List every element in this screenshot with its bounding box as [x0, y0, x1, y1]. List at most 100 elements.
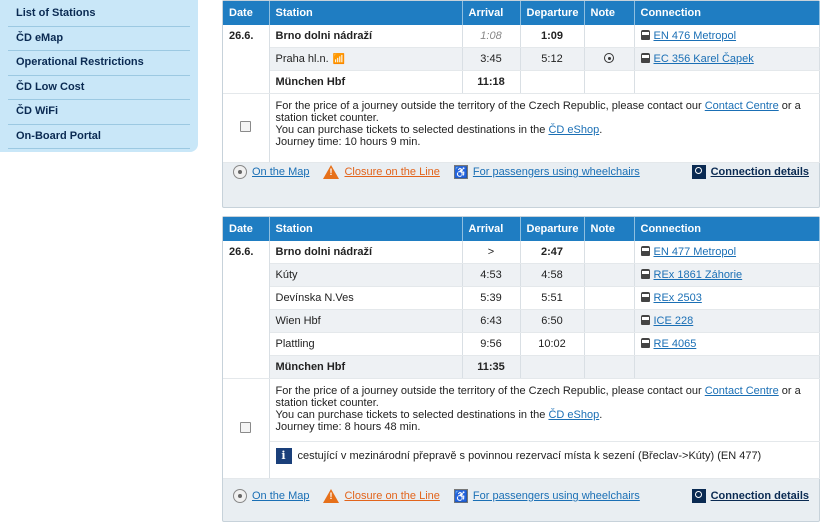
info-row: For the price of a journey outside the t… [223, 378, 820, 479]
departure-cell: 4:58 [520, 263, 585, 287]
sidebar-item-cd-low-cost[interactable]: ČD Low Cost [8, 76, 190, 100]
train-link[interactable]: EN 477 Metropol [654, 246, 737, 258]
departure-cell: 5:51 [520, 286, 585, 310]
departure-cell [520, 355, 585, 379]
select-checkbox[interactable] [240, 121, 252, 132]
wifi-icon: 📶 [332, 54, 346, 65]
connection-footer: On the Map Closure on the Line ♿ For pas… [223, 483, 819, 509]
contact-centre-link[interactable]: Contact Centre [705, 385, 779, 397]
train-icon [640, 269, 650, 279]
station-name: Praha hl.n. [275, 53, 329, 65]
reservation-notice: i cestující v mezinárodní přepravě s pov… [275, 448, 813, 464]
header-connection: Connection [634, 217, 820, 241]
note-cell [584, 286, 635, 310]
table-row: Kúty 4:53 4:58 REx 1861 Záhorie [223, 263, 820, 287]
header-station: Station [269, 1, 463, 25]
arrival-cell: 11:18 [462, 70, 521, 94]
station-cell: Praha hl.n. 📶 [269, 47, 463, 71]
contact-centre-link[interactable]: Contact Centre [705, 100, 779, 112]
note-cell [584, 47, 635, 71]
table-header: Date Station Arrival Departure Note Conn… [223, 1, 820, 25]
station-cell: Brno dolni nádraží [269, 25, 463, 48]
arrival-cell: 3:45 [462, 47, 521, 71]
wheelchair-icon: ♿ [453, 165, 468, 179]
train-link[interactable]: REx 2503 [654, 292, 702, 304]
connection-table-2: Date Station Arrival Departure Note Conn… [223, 217, 820, 479]
connection-footer: On the Map Closure on the Line ♿ For pas… [223, 159, 819, 185]
info-icon: i [275, 448, 292, 464]
header-note: Note [584, 1, 635, 25]
wheelchair-icon: ♿ [453, 489, 468, 503]
wheelchair-info[interactable]: ♿ For passengers using wheelchairs [453, 489, 640, 503]
journey-time: Journey time: 8 hours 48 min. [275, 421, 421, 433]
station-cell: München Hbf [269, 70, 463, 94]
connection-cell: EN 476 Metropol [634, 25, 820, 48]
train-link[interactable]: ICE 228 [654, 315, 694, 327]
arrival-cell: > [462, 241, 521, 264]
train-link[interactable]: EN 476 Metropol [654, 30, 737, 42]
on-the-map[interactable]: On the Map [233, 489, 309, 503]
info-text: For the price of a journey outside the t… [269, 378, 820, 442]
connection-cell: RE 4065 [634, 332, 820, 356]
header-date: Date [223, 1, 270, 25]
connection-cell: EN 477 Metropol [634, 241, 820, 264]
header-date: Date [223, 217, 270, 241]
departure-cell: 6:50 [520, 309, 585, 333]
table-row: München Hbf 11:18 [223, 70, 820, 94]
note-icon[interactable] [604, 53, 614, 63]
closure-on-line[interactable]: Closure on the Line [323, 165, 440, 179]
wheelchair-info[interactable]: ♿ For passengers using wheelchairs [453, 165, 640, 179]
connection-cell: REx 1861 Záhorie [634, 263, 820, 287]
train-link[interactable]: EC 356 Karel Čapek [654, 53, 754, 65]
header-arrival: Arrival [462, 1, 521, 25]
station-cell: Wien Hbf [269, 309, 463, 333]
train-icon [640, 246, 650, 256]
note-cell [584, 309, 635, 333]
departure-cell: 10:02 [520, 332, 585, 356]
note-cell [584, 263, 635, 287]
arrival-cell: 11:35 [462, 355, 521, 379]
connection-block-2: Date Station Arrival Departure Note Conn… [222, 216, 820, 522]
search-icon [691, 165, 706, 179]
eshop-link[interactable]: ČD eShop [548, 409, 599, 421]
connection-details-button[interactable]: Connection details [691, 165, 809, 179]
table-row: Plattling 9:56 10:02 RE 4065 [223, 332, 820, 356]
warning-icon [323, 165, 340, 179]
connection-cell [634, 70, 820, 94]
table-header: Date Station Arrival Departure Note Conn… [223, 217, 820, 241]
info-row: For the price of a journey outside the t… [223, 93, 820, 163]
train-link[interactable]: RE 4065 [654, 338, 697, 350]
connection-cell: EC 356 Karel Čapek [634, 47, 820, 71]
sidebar: List of Stations ČD eMap Operational Res… [0, 0, 198, 152]
sidebar-item-list-of-stations[interactable]: List of Stations [8, 2, 190, 27]
eshop-link[interactable]: ČD eShop [548, 124, 599, 136]
table-row: Devínska N.Ves 5:39 5:51 REx 2503 [223, 286, 820, 310]
train-link[interactable]: REx 1861 Záhorie [654, 269, 743, 281]
sidebar-item-on-board-portal[interactable]: On-Board Portal [8, 125, 190, 149]
date-cell: 26.6. [223, 25, 270, 94]
arrival-cell: 5:39 [462, 286, 521, 310]
arrival-cell: 4:53 [462, 263, 521, 287]
connection-details-button[interactable]: Connection details [691, 489, 809, 503]
table-row: Wien Hbf 6:43 6:50 ICE 228 [223, 309, 820, 333]
train-icon [640, 338, 650, 348]
select-checkbox[interactable] [240, 421, 252, 433]
table-row: 26.6. Brno dolni nádraží > 2:47 EN 477 M… [223, 241, 820, 379]
closure-on-line[interactable]: Closure on the Line [323, 489, 440, 503]
train-icon [640, 53, 650, 63]
sidebar-item-cd-wifi[interactable]: ČD WiFi [8, 100, 190, 125]
select-cell [223, 378, 270, 479]
note-cell [584, 25, 635, 48]
sidebar-item-cd-emap[interactable]: ČD eMap [8, 27, 190, 51]
table-row: 26.6. Brno dolni nádraží 1:08 1:09 EN 47… [223, 25, 820, 94]
header-departure: Departure [520, 217, 585, 241]
sidebar-item-operational-restrictions[interactable]: Operational Restrictions [8, 51, 190, 76]
sidebar-menu: List of Stations ČD eMap Operational Res… [0, 0, 198, 149]
arrival-cell: 1:08 [462, 25, 521, 48]
note-cell [584, 241, 635, 264]
connection-block-1: Date Station Arrival Departure Note Conn… [222, 0, 820, 208]
note-cell [584, 332, 635, 356]
table-row: Praha hl.n. 📶 3:45 5:12 EC 356 Karel Čape… [223, 47, 820, 71]
train-icon [640, 30, 650, 40]
on-the-map[interactable]: On the Map [233, 165, 309, 179]
